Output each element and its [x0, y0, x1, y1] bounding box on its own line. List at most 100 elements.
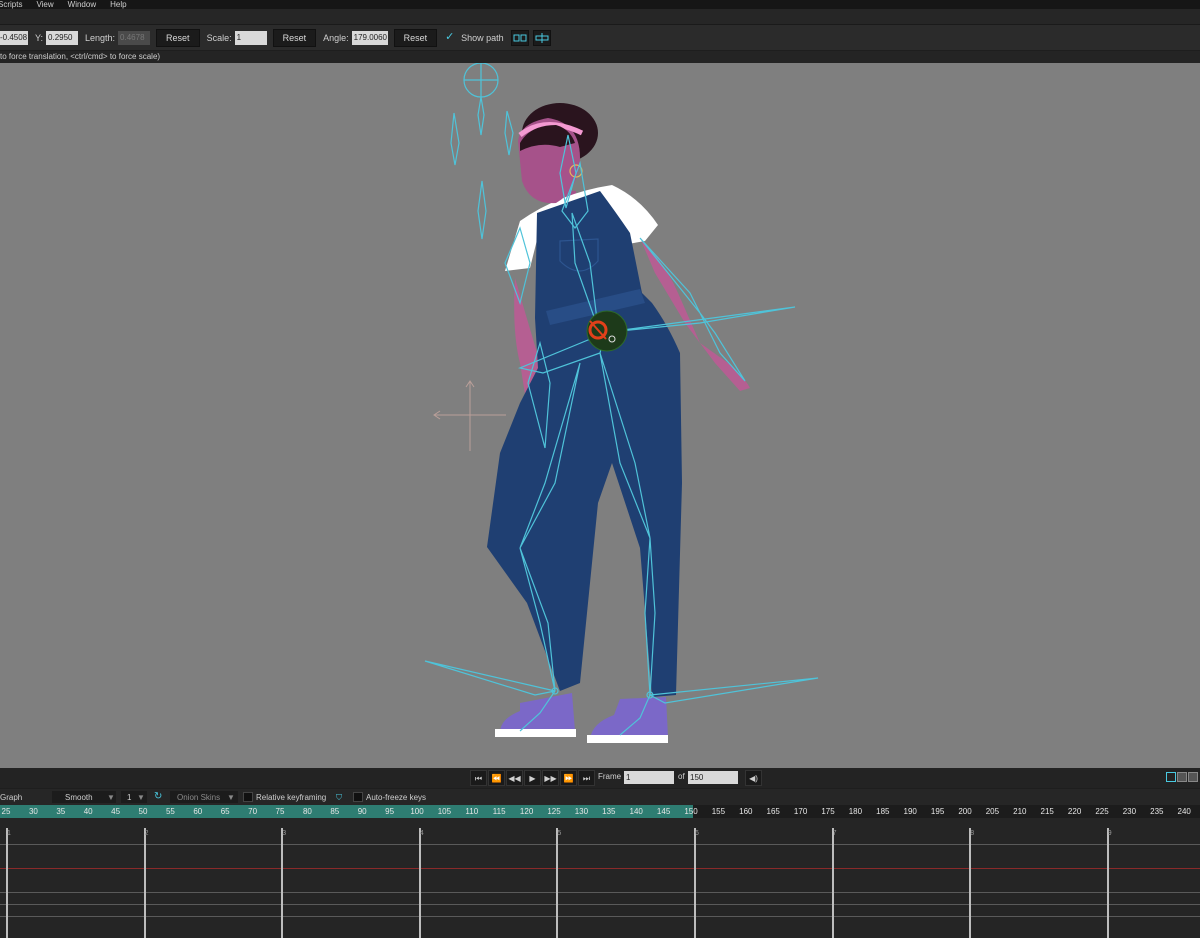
graph-frame-line: [418, 828, 421, 938]
menu-view[interactable]: View: [36, 0, 53, 9]
graph-frame-number: 8: [970, 830, 975, 837]
jump-start-icon[interactable]: ⏮: [470, 770, 487, 786]
graph-frame-number: 3: [282, 830, 287, 837]
ruler-tick: 200: [958, 807, 972, 816]
ruler-tick: 75: [275, 807, 285, 816]
graph-frame-line: [831, 828, 834, 938]
ruler-tick: 70: [248, 807, 258, 816]
ruler-tick: 45: [111, 807, 121, 816]
relative-keyframing-label: Relative keyframing: [256, 793, 327, 802]
grid-view-icon[interactable]: [1188, 772, 1198, 782]
graph-tab[interactable]: Graph: [0, 793, 22, 802]
step-forward-icon[interactable]: ▶▶: [542, 770, 559, 786]
length-label: Length:: [85, 32, 116, 43]
show-path-checkbox[interactable]: [445, 30, 455, 43]
prev-keyframe-icon[interactable]: ⏪: [488, 770, 505, 786]
play-icon[interactable]: ▶: [524, 770, 541, 786]
menu-help[interactable]: Help: [110, 0, 126, 9]
audio-icon[interactable]: ◀): [745, 770, 762, 786]
character-figure: [487, 103, 750, 743]
angle-label: Angle:: [323, 32, 349, 43]
transport-bar: ⏮ ⏪ ◀◀ ▶ ▶▶ ⏩ ⏭ Frame 1 of 150 ◀): [0, 768, 1200, 788]
origin-crosshair-icon: [433, 380, 506, 451]
frame-ruler[interactable]: 25 30 35 40 45 50 55 60 65 70 75 80 85 90 95 100 105 110 1…: [0, 805, 1200, 818]
x-field[interactable]: -0.4508: [0, 30, 28, 45]
ruler-tick: 170: [793, 807, 808, 816]
ruler-tick: 165: [766, 807, 780, 816]
ruler-tick: 195: [930, 807, 945, 816]
ruler-tick: 140: [629, 807, 643, 816]
ruler-tick: 40: [83, 807, 93, 816]
ruler-tick: 220: [1067, 807, 1082, 816]
cycle-icon[interactable]: ↻: [154, 791, 162, 802]
character-rig-canvas[interactable]: [0, 63, 1200, 768]
tool-options-bar: -0.4508 Y: 0.2950 Length: 0.4678 Reset S…: [0, 25, 1200, 50]
playback-controls: ⏮ ⏪ ◀◀ ▶ ▶▶ ⏩ ⏭: [470, 770, 596, 786]
ruler-tick: 25: [1, 807, 11, 816]
graph-frame-line: [1106, 828, 1109, 938]
timeline-options-bar: Graph Smooth ▼ 1 ▼ ↻ Onion Skins ▼ Relat…: [0, 789, 1200, 805]
step-arrow-icon: ▼: [137, 793, 145, 802]
y-label: Y:: [35, 32, 44, 43]
ruler-tick: 50: [138, 807, 148, 816]
ruler-tick: 145: [656, 807, 671, 816]
jump-end-icon[interactable]: ⏭: [578, 770, 595, 786]
ruler-tick: 230: [1122, 807, 1137, 816]
graph-frame-number: 6: [695, 830, 699, 837]
show-path-label: Show path: [461, 32, 504, 43]
interpolation-label: Smooth: [65, 793, 93, 802]
canvas-viewport[interactable]: [0, 63, 1200, 768]
graph-frame-number: 7: [832, 830, 837, 837]
ruler-tick: 65: [220, 807, 230, 816]
graph-zero-line: [0, 868, 1200, 869]
reset-angle-button[interactable]: Reset: [393, 28, 438, 47]
ruler-tick: 205: [985, 807, 1000, 816]
menu-window[interactable]: Window: [68, 0, 96, 9]
menu-scripts[interactable]: Scripts: [0, 0, 22, 9]
of-label: of: [678, 772, 685, 781]
ruler-tick: 110: [465, 807, 479, 816]
graph-frame-number: 5: [557, 830, 562, 837]
relative-keyframing-checkbox[interactable]: [243, 792, 253, 802]
graph-frame-number: 1: [7, 830, 11, 837]
ruler-tick: 185: [876, 807, 890, 816]
ruler-tick: 115: [492, 807, 506, 816]
layout-toggles: [1166, 772, 1199, 782]
graph-frame-line: [281, 828, 284, 938]
ruler-tick: 240: [1177, 807, 1191, 816]
ruler-tick: 85: [330, 807, 340, 816]
top-band: [0, 9, 1200, 25]
frame-label: Frame: [598, 772, 622, 781]
auto-freeze-label: Auto-freeze keys: [366, 793, 427, 802]
ruler-tick: 95: [385, 807, 395, 816]
shield-icon[interactable]: ⛉: [336, 793, 342, 803]
graph-frame-number: 9: [1107, 830, 1112, 837]
reset-length-button[interactable]: Reset: [156, 28, 200, 47]
playback-range[interactable]: [0, 805, 693, 818]
split-view-icon[interactable]: [1177, 772, 1187, 782]
single-view-icon[interactable]: [1166, 772, 1176, 782]
graph-frame-number: 2: [144, 830, 149, 837]
reset-scale-button[interactable]: Reset: [272, 28, 317, 47]
scale-label: Scale:: [206, 32, 232, 43]
ruler-tick: 135: [602, 807, 616, 816]
ruler-tick: 130: [574, 807, 589, 816]
bone-align-icon[interactable]: [532, 29, 551, 46]
next-keyframe-icon[interactable]: ⏩: [560, 770, 577, 786]
bone-flip-icon[interactable]: [510, 29, 529, 46]
ruler-tick: 100: [410, 807, 424, 816]
graph-editor[interactable]: 1 2 3 4 5 6 7 8 9: [0, 818, 1200, 938]
angle-field[interactable]: 179.0060: [351, 30, 388, 45]
frame-field[interactable]: 1: [624, 771, 674, 784]
ruler-tick: 30: [28, 807, 38, 816]
step-back-icon[interactable]: ◀◀: [506, 770, 523, 786]
y-field[interactable]: 0.2950: [46, 30, 79, 45]
total-frames-field[interactable]: 150: [688, 771, 738, 784]
selected-bone-handle[interactable]: [586, 310, 628, 352]
auto-freeze-checkbox[interactable]: [353, 792, 363, 802]
graph-frame-line: [694, 828, 696, 938]
ruler-tick: 155: [711, 807, 726, 816]
scale-field[interactable]: 1: [234, 30, 267, 45]
ruler-tick: 125: [547, 807, 561, 816]
ruler-tick: 210: [1013, 807, 1027, 816]
